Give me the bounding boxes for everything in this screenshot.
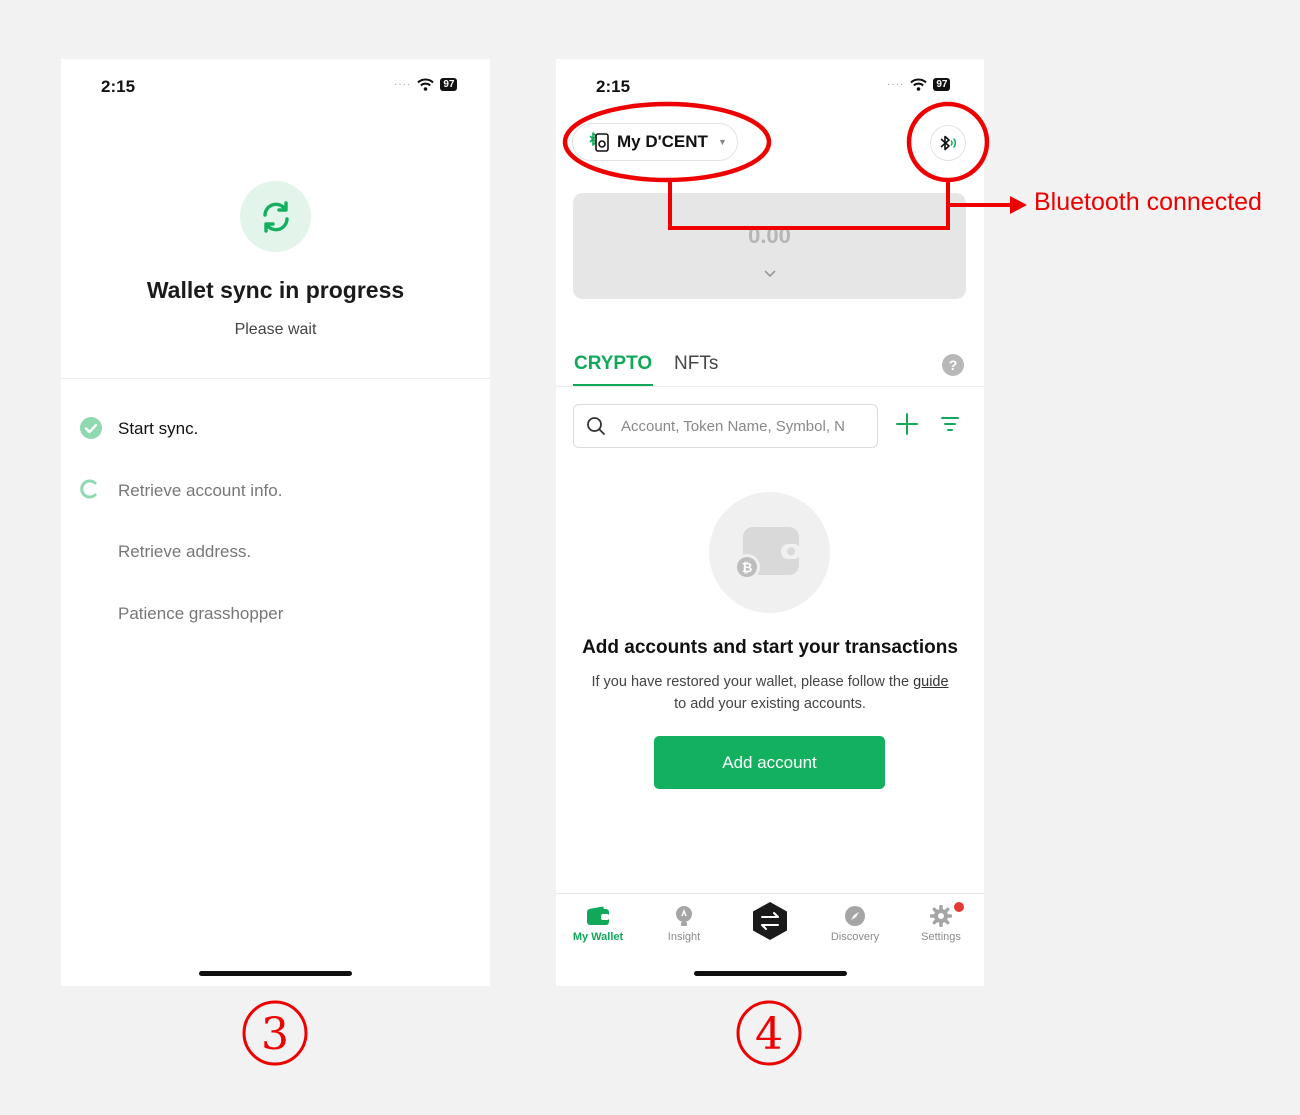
bluetooth-connected-label: Bluetooth connected xyxy=(1034,188,1262,216)
arrow-head-icon xyxy=(1010,196,1027,214)
highlight-wallet-selector xyxy=(562,101,772,183)
svg-text:4: 4 xyxy=(755,1009,783,1060)
annotation-overlay xyxy=(562,101,1027,230)
svg-text:3: 3 xyxy=(261,1009,289,1060)
step-number-3: 3 xyxy=(242,1000,308,1066)
step-number-4: 4 xyxy=(736,1000,802,1066)
connector-line xyxy=(668,180,950,230)
highlight-bluetooth-button xyxy=(906,101,990,183)
